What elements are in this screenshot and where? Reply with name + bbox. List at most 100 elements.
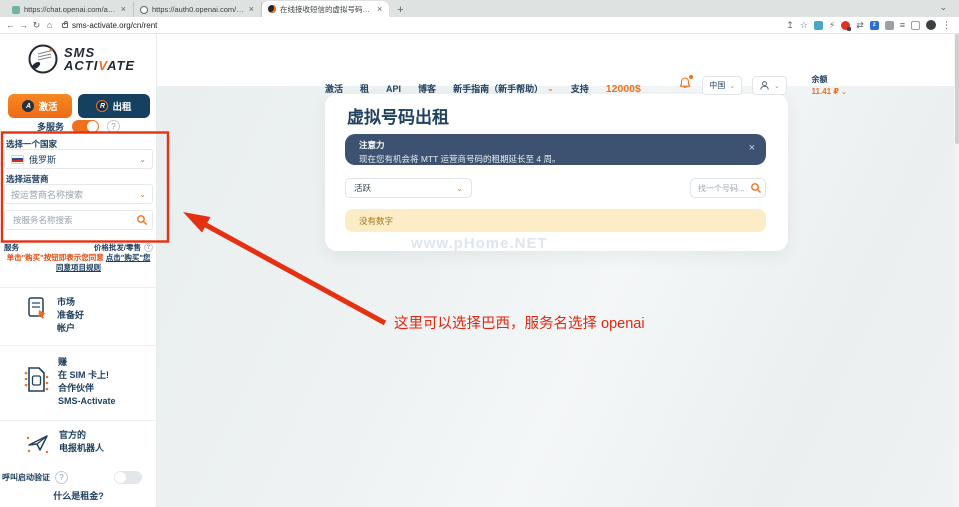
status-filter-value: 活跃: [354, 182, 371, 194]
logo-icon: [26, 42, 60, 76]
rent-badge-icon: R: [96, 100, 108, 112]
balance-block[interactable]: 余额 11.41 ₽ ⌄: [812, 74, 847, 96]
tab-close-icon[interactable]: ×: [376, 5, 383, 14]
back-icon[interactable]: ←: [4, 20, 17, 30]
divider: [0, 287, 157, 288]
sidebar-toggle-icon[interactable]: [911, 21, 920, 30]
sidebar-item-market[interactable]: 市场 准备好 帐户: [0, 296, 157, 335]
call-help-icon[interactable]: ?: [55, 471, 68, 484]
page: https://chat.openai.com/auth/l × https:/…: [0, 0, 959, 507]
nav-blog[interactable]: 博客: [418, 82, 436, 95]
market-accounts-icon: [26, 296, 48, 320]
extensions-puzzle-icon[interactable]: [885, 21, 894, 30]
browser-toolbar: ← → ↻ ⌂ sms-activate.org/cn/rent ↥ ☆ ⚡ ⇄…: [0, 17, 959, 34]
forward-icon[interactable]: →: [17, 20, 30, 30]
paper-plane-icon: [26, 431, 50, 455]
swap-extension-icon[interactable]: ⇄: [856, 20, 864, 31]
reading-list-icon[interactable]: ≡: [900, 20, 905, 30]
menu-line: 在 SIM 卡上!: [58, 369, 116, 382]
alert-close-icon[interactable]: ×: [749, 143, 755, 154]
price-help-icon[interactable]: ?: [144, 243, 153, 252]
nav-rent[interactable]: 租: [360, 82, 369, 95]
page-scrollbar[interactable]: [954, 34, 959, 507]
tab-close-icon[interactable]: ×: [248, 5, 255, 14]
page-title: 虚拟号码出租: [347, 103, 449, 128]
sidebar-item-telegram-bot[interactable]: 官方的 电报机器人: [0, 429, 157, 455]
sidebar: SMS ACTIVATE A 激活 R 出租 多服务 ? 选择一个国家 俄罗斯 …: [0, 34, 157, 507]
menu-line: 官方的: [59, 429, 104, 442]
attention-alert: 注意力 现在您有机会将 MTT 运营商号码的租期延长至 4 周。 ×: [345, 134, 766, 165]
divider: [0, 420, 157, 421]
price-column-label: 价格批发/零售: [94, 242, 141, 253]
chevron-down-icon: ⌄: [774, 82, 780, 90]
browser-tab-active[interactable]: 在线接收短信的虚拟号码 - SMS ×: [262, 1, 389, 17]
browser-tab-strip: https://chat.openai.com/auth/l × https:/…: [0, 0, 959, 17]
window-chevron-icon[interactable]: ⌄: [939, 2, 947, 13]
share-icon[interactable]: ↥: [786, 20, 794, 31]
multi-service-toggle[interactable]: [72, 120, 99, 133]
browser-menu-icon[interactable]: ⋮: [942, 20, 951, 31]
reload-icon[interactable]: ↻: [30, 20, 43, 31]
watermark-text: www.pHome.NET: [411, 235, 548, 252]
menu-line: 赚: [58, 356, 116, 369]
activation-mode-button[interactable]: A 激活: [8, 94, 72, 118]
promo-badge[interactable]: 12000$: [606, 83, 641, 95]
nav-support[interactable]: 支持: [571, 82, 589, 95]
chevron-down-icon: ⌄: [139, 190, 146, 199]
country-value: 俄罗斯: [29, 153, 56, 166]
chevron-down-icon: ⌄: [841, 89, 847, 96]
url-text[interactable]: sms-activate.org/cn/rent: [72, 21, 157, 30]
sim-card-icon: [23, 365, 49, 395]
service-column-label: 服务: [4, 242, 19, 253]
nav-guide[interactable]: 新手指南（新手帮助）: [453, 82, 543, 95]
rent-card: 虚拟号码出租 注意力 现在您有机会将 MTT 运营商号码的租期延长至 4 周。 …: [325, 94, 788, 251]
empty-state-message: 没有数字: [345, 209, 766, 232]
toolbar-right-icons: ↥ ☆ ⚡ ⇄ z ≡ ⋮: [786, 20, 959, 31]
new-tab-button[interactable]: +: [397, 4, 403, 16]
extension-icon[interactable]: [814, 21, 823, 30]
nav-api[interactable]: API: [386, 84, 401, 94]
z-extension-icon[interactable]: z: [870, 21, 879, 30]
browser-tab-1[interactable]: https://chat.openai.com/auth/l ×: [6, 2, 134, 17]
balance-value: 11.41 ₽ ⌄: [812, 87, 847, 96]
sidebar-item-partner-sim[interactable]: 赚 在 SIM 卡上! 合作伙伴 SMS-Activate: [0, 356, 157, 408]
what-is-rent-link[interactable]: 什么是租金?: [0, 489, 157, 502]
tab-close-icon[interactable]: ×: [120, 5, 127, 14]
balance-label: 余额: [812, 74, 847, 85]
call-verification-label: 呼叫启动验证: [2, 472, 50, 483]
profile-avatar[interactable]: [926, 20, 936, 30]
home-icon[interactable]: ⌂: [43, 20, 56, 30]
lightning-extension-icon[interactable]: ⚡: [829, 20, 835, 31]
notification-bell-icon[interactable]: [678, 76, 692, 95]
tab-title: https://chat.openai.com/auth/l: [24, 5, 116, 14]
bookmark-star-icon[interactable]: ☆: [800, 20, 808, 31]
alert-title: 注意力: [359, 139, 736, 151]
operator-select[interactable]: 按运营商名称搜索 ⌄: [4, 184, 153, 204]
service-search-input[interactable]: [4, 210, 153, 230]
browser-tab-2[interactable]: https://auth0.openai.com/u/sig ×: [134, 2, 262, 17]
menu-line: SMS-Activate: [58, 395, 116, 408]
tab-title: 在线接收短信的虚拟号码 - SMS: [280, 4, 372, 15]
record-extension-icon[interactable]: [841, 21, 850, 30]
sms-activate-favicon-icon: [268, 5, 276, 13]
chevron-down-icon: ⌄: [729, 82, 735, 90]
search-icon: [136, 214, 148, 226]
rent-label: 出租: [112, 99, 131, 113]
menu-line: 帐户: [57, 322, 84, 335]
activation-badge-icon: A: [22, 100, 34, 112]
rent-mode-button[interactable]: R 出租: [78, 94, 150, 118]
nav-activation[interactable]: 激活: [325, 82, 343, 95]
list-columns-row: 服务 价格批发/零售 ?: [4, 242, 153, 253]
chevron-down-icon: ⌄: [547, 84, 554, 93]
help-question-icon[interactable]: ?: [107, 120, 120, 133]
status-filter-select[interactable]: 活跃 ⌄: [345, 178, 472, 198]
chevron-down-icon: ⌄: [139, 155, 146, 164]
openai-favicon-icon: [12, 6, 20, 14]
account-menu-button[interactable]: ⌄: [752, 76, 787, 95]
language-select[interactable]: 中国 ⌄: [702, 76, 742, 95]
address-bar[interactable]: sms-activate.org/cn/rent: [62, 21, 786, 30]
sms-activate-logo[interactable]: SMS ACTIVATE: [26, 42, 135, 76]
country-select[interactable]: 俄罗斯 ⌄: [4, 149, 153, 169]
annotation-note: 这里可以选择巴西，服务名选择 openai: [394, 312, 645, 333]
call-verification-toggle[interactable]: [114, 471, 142, 484]
